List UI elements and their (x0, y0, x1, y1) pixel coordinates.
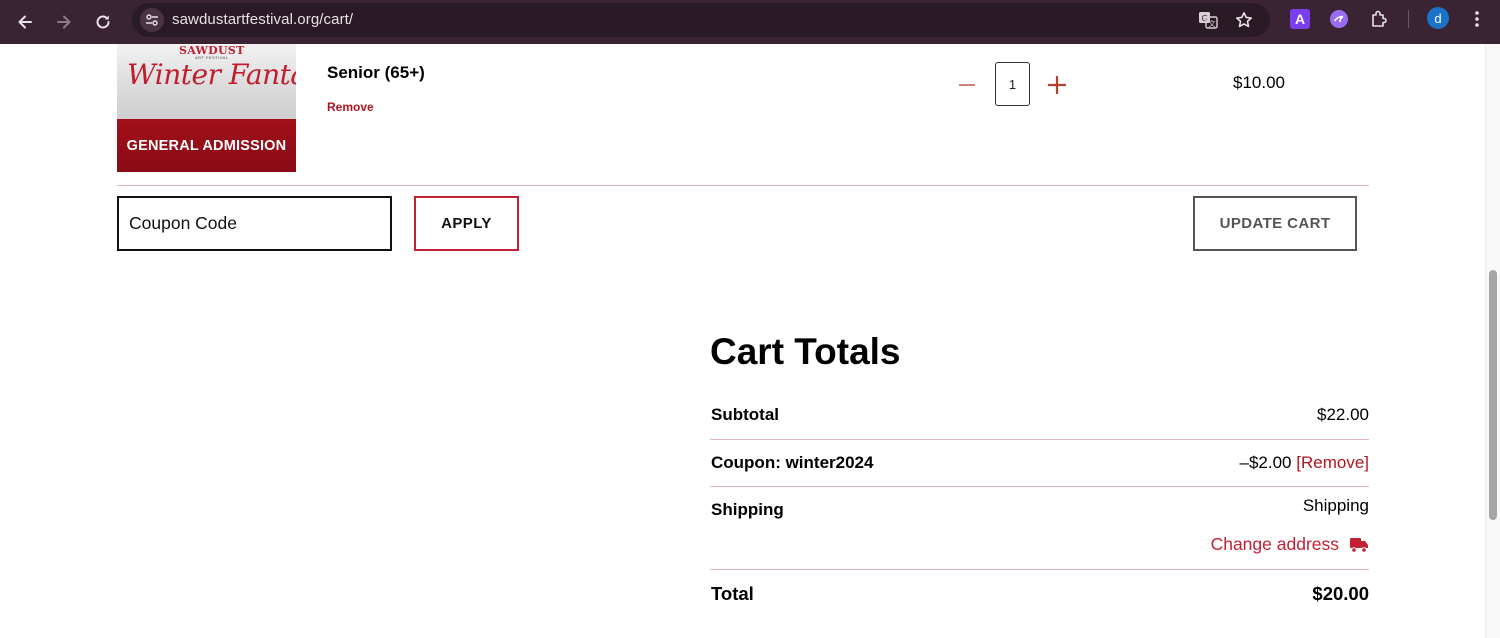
toolbar-separator (1408, 10, 1409, 28)
update-cart-button[interactable]: UPDATE CART (1193, 196, 1357, 251)
back-button[interactable] (10, 7, 40, 37)
change-address-link[interactable]: Change address (1211, 534, 1369, 555)
total-value: $20.00 (1312, 583, 1369, 604)
thumbnail-banner: GENERAL ADMISSION (117, 119, 296, 172)
browser-toolbar: sawdustartfestival.org/cart/ G文 A d (0, 0, 1500, 44)
coupon-code-input[interactable] (117, 196, 392, 251)
thumbnail-header: SAWDUST ART FESTIVAL Winter Fantasy (117, 44, 296, 119)
extensions-puzzle-icon[interactable] (1368, 8, 1390, 30)
reload-icon (96, 15, 110, 29)
apply-coupon-button[interactable]: APPLY (414, 196, 519, 251)
total-label: Total (711, 583, 754, 604)
address-bar[interactable]: sawdustartfestival.org/cart/ G文 (132, 3, 1270, 37)
delivery-truck-icon (1350, 537, 1368, 553)
cart-totals-title: Cart Totals (710, 331, 901, 372)
svg-text:G: G (1202, 14, 1208, 23)
page-scrollbar[interactable] (1485, 44, 1500, 638)
scrollbar-thumb[interactable] (1489, 270, 1497, 520)
totals-divider (710, 439, 1369, 440)
forward-arrow-icon (57, 15, 71, 29)
coupon-discount-value: –$2.00 (1239, 453, 1292, 472)
svg-text:文: 文 (1209, 19, 1216, 28)
change-address-label: Change address (1210, 534, 1339, 554)
cart-item-name[interactable]: Senior (65+) (327, 63, 425, 83)
extension-a-label: A (1290, 9, 1310, 29)
quantity-input[interactable]: 1 (995, 62, 1030, 106)
increase-quantity-button[interactable] (1045, 73, 1069, 97)
cart-row-divider (117, 185, 1369, 186)
thumbnail-banner-text: GENERAL ADMISSION (126, 137, 287, 154)
extension-a-icon[interactable]: A (1289, 8, 1311, 30)
product-thumbnail[interactable]: SAWDUST ART FESTIVAL Winter Fantasy GENE… (117, 44, 296, 172)
kebab-menu-icon[interactable] (1466, 8, 1488, 30)
minus-icon (959, 84, 975, 86)
thumbnail-title: Winter Fantasy (127, 58, 296, 91)
plus-icon (1048, 76, 1066, 94)
shipping-value: Shipping (1302, 496, 1369, 515)
forward-button[interactable] (49, 7, 79, 37)
remove-item-link[interactable]: Remove (327, 100, 374, 114)
profile-avatar[interactable]: d (1427, 7, 1449, 29)
cart-item-price: $10.00 (1233, 73, 1285, 92)
subtotal-value: $22.00 (1317, 405, 1369, 424)
extension-purple-icon[interactable] (1328, 8, 1350, 30)
coupon-label: Coupon: winter2024 (711, 453, 874, 472)
bookmark-star-icon[interactable] (1234, 10, 1254, 30)
remove-coupon-link[interactable]: [Remove] (1296, 453, 1369, 472)
totals-divider (710, 569, 1369, 570)
site-settings-icon[interactable] (140, 8, 164, 32)
back-arrow-icon (18, 15, 32, 29)
totals-divider (710, 486, 1369, 487)
coupon-discount: –$2.00 [Remove] (1240, 453, 1369, 473)
shipping-label: Shipping (711, 500, 784, 519)
subtotal-label: Subtotal (711, 405, 779, 424)
decrease-quantity-button[interactable] (955, 73, 979, 97)
translate-icon[interactable]: G文 (1198, 10, 1218, 30)
url-text[interactable]: sawdustartfestival.org/cart/ (172, 11, 353, 28)
reload-button[interactable] (88, 7, 118, 37)
